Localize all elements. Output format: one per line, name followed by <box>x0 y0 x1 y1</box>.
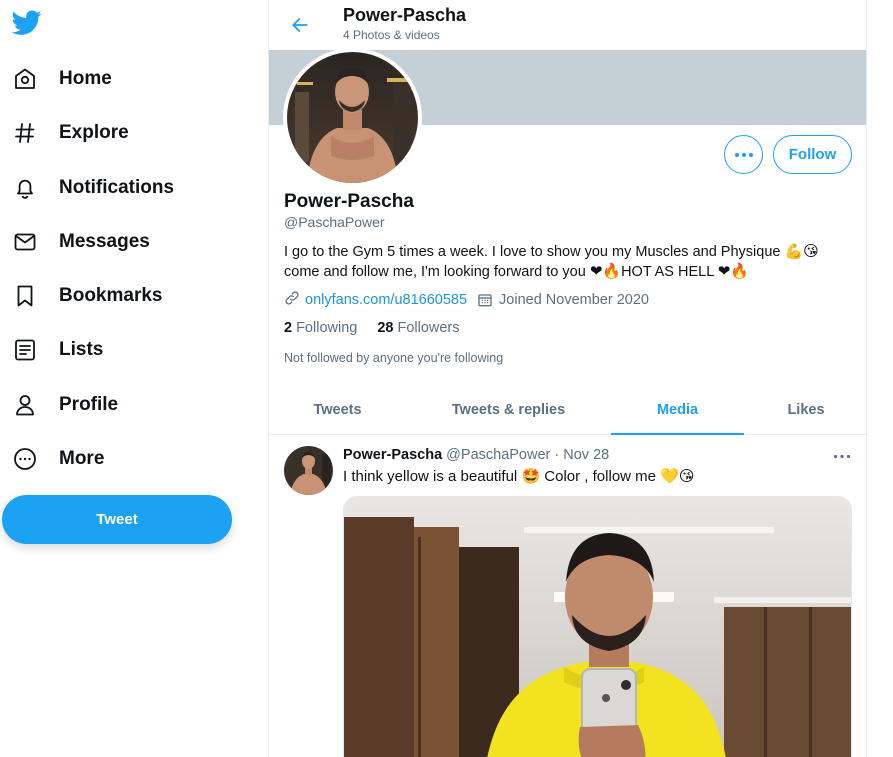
active-tab-indicator <box>611 433 744 435</box>
header-title: Power-Pascha <box>343 5 467 25</box>
nav-item-more[interactable]: More <box>12 439 104 479</box>
tab-tweets[interactable]: Tweets <box>269 385 406 435</box>
nav-item-profile[interactable]: Profile <box>12 385 118 425</box>
bookmark-icon <box>12 283 38 309</box>
more-circle-icon <box>12 446 38 472</box>
envelope-icon <box>12 229 38 255</box>
profile-name: Power-Pascha <box>284 191 414 212</box>
followers-label: Followers <box>397 320 460 336</box>
nav-item-notifications[interactable]: Notifications <box>12 168 174 208</box>
profile-website-link[interactable]: onlyfans.com/u81660585 <box>305 292 467 308</box>
nav-item-explore[interactable]: Explore <box>12 113 129 153</box>
profile-avatar[interactable] <box>283 48 422 187</box>
nav-label-notifications: Notifications <box>59 177 175 198</box>
profile-meta: onlyfans.com/u81660585 Joined November 2… <box>284 290 649 310</box>
tweet-separator: · <box>554 447 560 463</box>
nav-label-lists: Lists <box>59 339 104 360</box>
person-icon <box>12 392 38 418</box>
profile-handle: @PaschaPower <box>284 214 385 230</box>
tweet-author-name[interactable]: Power-Pascha <box>343 447 442 463</box>
nav-label-home: Home <box>59 68 112 89</box>
not-followed-notice: Not followed by anyone you're following <box>284 351 504 365</box>
tweet-text-part1: I think yellow is a beautiful <box>343 468 518 485</box>
back-arrow-icon[interactable] <box>287 12 313 38</box>
twitter-bird-logo-icon[interactable] <box>11 10 42 36</box>
profile-bio: I go to the Gym 5 times a week. I love t… <box>284 242 854 282</box>
bio-text-hot: HOT AS HELL <box>621 264 714 280</box>
following-label: Following <box>296 320 358 336</box>
bio-emoji-heart-fire: ❤🔥 <box>589 263 622 280</box>
header-subtitle: 4 Photos & videos <box>343 28 440 42</box>
list-icon <box>12 337 38 363</box>
tweet-author-avatar[interactable] <box>284 446 333 495</box>
bio-text-line1: I go to the Gym 5 times a week. I love t… <box>284 244 781 260</box>
link-icon <box>284 290 300 310</box>
tab-likes[interactable]: Likes <box>744 385 866 435</box>
profile-header-bar: Power-Pascha 4 Photos & videos <box>269 0 866 50</box>
tab-tweets-replies-label: Tweets & replies <box>451 402 566 418</box>
profile-column: Power-Pascha 4 Photos & videos Follow Po… <box>268 0 867 757</box>
profile-tabs: Tweets Tweets & replies Media Likes <box>269 385 866 435</box>
tweet-author-handle[interactable]: @PaschaPower <box>446 447 550 463</box>
tweet-button[interactable]: Tweet <box>2 495 232 544</box>
bell-icon <box>12 175 38 201</box>
bio-emoji-muscle-kiss: 💪😘 <box>784 243 819 260</box>
followers-count: 28 <box>377 320 394 336</box>
nav-label-more: More <box>59 448 105 469</box>
nav-item-lists[interactable]: Lists <box>12 330 103 370</box>
home-icon <box>12 66 38 92</box>
following-count-link[interactable]: 2 Following <box>284 320 357 336</box>
followers-count-link[interactable]: 28 Followers <box>377 320 459 336</box>
nav-label-explore: Explore <box>59 122 129 143</box>
tab-tweets-replies[interactable]: Tweets & replies <box>406 385 611 435</box>
profile-joined-date: Joined November 2020 <box>499 292 649 308</box>
tweet-date[interactable]: Nov 28 <box>563 447 609 463</box>
tab-media[interactable]: Media <box>611 385 744 435</box>
calendar-icon <box>477 292 493 308</box>
tweet-emoji-star-eyes: 🤩 <box>521 468 541 485</box>
tweet-text: I think yellow is a beautiful 🤩 Color , … <box>343 467 695 485</box>
sidebar-nav: Home Explore Notifications Messages Book… <box>0 0 268 757</box>
bio-text-line2: come and follow me, I'm looking forward … <box>284 264 586 280</box>
tweet-item[interactable]: Power-Pascha @PaschaPower · Nov 28 I thi… <box>269 436 866 757</box>
profile-stats: 2 Following 28 Followers <box>284 320 480 336</box>
nav-item-home[interactable]: Home <box>12 59 112 99</box>
bio-emoji-heart-fire-2: ❤🔥 <box>717 263 750 280</box>
nav-label-messages: Messages <box>59 231 150 252</box>
more-options-icon[interactable] <box>724 135 763 174</box>
tweet-emoji-heart-kiss: 💛😘 <box>660 468 695 485</box>
tweet-more-icon[interactable] <box>831 448 853 464</box>
follow-button[interactable]: Follow <box>773 135 852 174</box>
tweet-text-part2: Color , follow me <box>544 468 656 485</box>
tab-media-label: Media <box>656 402 699 418</box>
nav-label-profile: Profile <box>59 394 119 415</box>
tweet-header: Power-Pascha @PaschaPower · Nov 28 <box>343 447 609 463</box>
following-count: 2 <box>284 320 293 336</box>
tweet-media-photo[interactable] <box>343 496 852 757</box>
nav-label-bookmarks: Bookmarks <box>59 285 163 306</box>
hashtag-icon <box>12 120 38 146</box>
nav-item-messages[interactable]: Messages <box>12 222 150 262</box>
tab-tweets-label: Tweets <box>313 402 362 418</box>
nav-item-bookmarks[interactable]: Bookmarks <box>12 276 163 316</box>
tab-likes-label: Likes <box>787 402 825 418</box>
